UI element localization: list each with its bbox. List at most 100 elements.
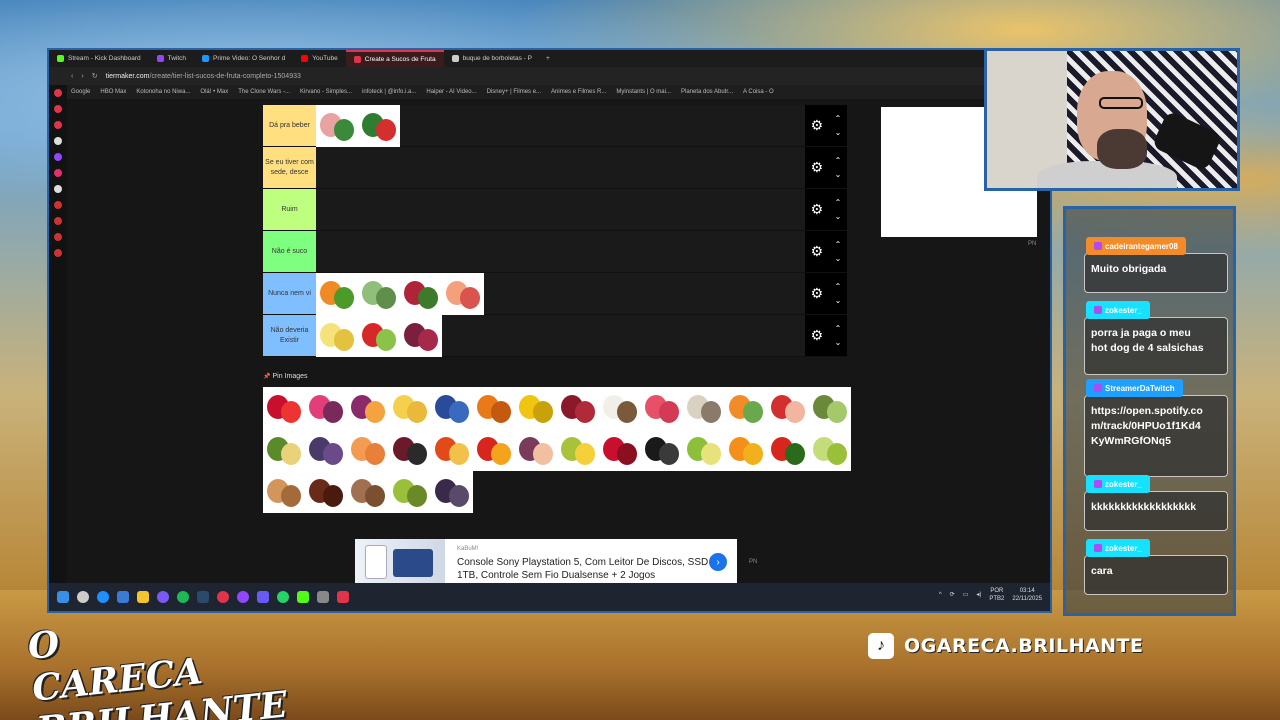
fruit-image[interactable] [809, 429, 851, 471]
pin-images-label[interactable]: Pin Images [263, 373, 307, 380]
chevron-up-icon[interactable]: ⌃ [835, 112, 842, 126]
bookmark-item[interactable]: A Coisa - O [743, 89, 774, 95]
fruit-image[interactable] [767, 387, 809, 429]
clock[interactable]: 03:14 22/11/2025 [1012, 587, 1042, 603]
fruit-image[interactable] [316, 315, 358, 357]
chevron-up-icon[interactable]: ⌃ [835, 322, 842, 336]
app-icon[interactable] [337, 591, 349, 603]
fruit-image[interactable] [358, 105, 400, 147]
whatsapp-icon[interactable] [277, 591, 289, 603]
fruit-image[interactable] [305, 471, 347, 513]
fruit-image[interactable] [442, 273, 484, 315]
fruit-image[interactable] [347, 387, 389, 429]
fruit-image[interactable] [599, 429, 641, 471]
fruit-image[interactable] [557, 387, 599, 429]
fruit-image[interactable] [305, 387, 347, 429]
obs-icon[interactable] [237, 591, 249, 603]
spotify-icon[interactable] [177, 591, 189, 603]
forward-icon[interactable]: › [81, 73, 83, 80]
back-icon[interactable]: ‹ [71, 73, 73, 80]
folder-icon[interactable] [137, 591, 149, 603]
sidebar-icon[interactable] [54, 233, 62, 241]
chat-username[interactable]: zokester_ [1086, 539, 1150, 557]
fruit-image[interactable] [358, 315, 400, 357]
fruit-image[interactable] [347, 429, 389, 471]
browser-tab[interactable]: Twitch [149, 50, 194, 67]
tier-label[interactable]: Ruim [263, 189, 316, 230]
chevron-down-icon[interactable]: ⌄ [835, 336, 842, 350]
chevron-down-icon[interactable]: ⌄ [835, 168, 842, 182]
fruit-image[interactable] [431, 429, 473, 471]
browser-tab[interactable]: Prime Video: O Senhor d [194, 50, 293, 67]
gear-icon[interactable]: ⚙ [811, 327, 824, 344]
store-icon[interactable] [117, 591, 129, 603]
fruit-image[interactable] [515, 387, 557, 429]
chat-username[interactable]: StreamerDaTwitch [1086, 379, 1183, 397]
tier-label[interactable]: Não é suco [263, 231, 316, 272]
bookmark-item[interactable]: Haiper - AI Video... [426, 89, 476, 95]
gear-icon[interactable]: ⚙ [811, 159, 824, 176]
volume-icon[interactable]: ◂) [976, 591, 981, 599]
gear-icon[interactable]: ⚙ [811, 243, 824, 260]
bookmark-item[interactable]: Google [71, 89, 90, 95]
fruit-image[interactable] [400, 315, 442, 357]
chevron-down-icon[interactable]: ⌄ [835, 126, 842, 140]
bookmark-item[interactable]: Animes e Filmes R... [551, 89, 606, 95]
sidebar-icon[interactable] [54, 105, 62, 113]
search-icon[interactable] [77, 591, 89, 603]
sync-icon[interactable]: ⟳ [950, 591, 955, 599]
chevron-up-icon[interactable]: ⌃ [835, 280, 842, 294]
fruit-image[interactable] [431, 387, 473, 429]
fruit-image[interactable] [473, 387, 515, 429]
chat-username[interactable]: zokester_ [1086, 475, 1150, 493]
fruit-image[interactable] [641, 387, 683, 429]
sidebar-icon[interactable] [54, 89, 62, 97]
bookmark-item[interactable]: The Clone Wars -... [238, 89, 290, 95]
x-icon[interactable] [54, 185, 62, 193]
chevron-down-icon[interactable]: ⌄ [835, 252, 842, 266]
bookmark-item[interactable]: Kotonoha no Niwa... [136, 89, 190, 95]
fruit-image[interactable] [358, 273, 400, 315]
fruit-image[interactable] [809, 387, 851, 429]
app-icon[interactable] [317, 591, 329, 603]
language-indicator[interactable]: POR PTB2 [989, 587, 1004, 603]
bookmark-item[interactable]: HBO Max [100, 89, 126, 95]
fruit-image[interactable] [725, 429, 767, 471]
chevron-down-icon[interactable]: ⌄ [835, 294, 842, 308]
gear-icon[interactable]: ⚙ [811, 201, 824, 218]
address-bar[interactable]: ‹ › ↻ tiermaker.com/create/tier-list-suc… [49, 67, 1050, 85]
tier-items[interactable] [316, 147, 805, 188]
fruit-image[interactable] [473, 429, 515, 471]
fruit-image[interactable] [557, 429, 599, 471]
tier-items[interactable] [316, 231, 805, 272]
app-icon[interactable] [257, 591, 269, 603]
fruit-image[interactable] [515, 429, 557, 471]
settings-icon[interactable] [54, 249, 62, 257]
browser-tab[interactable]: YouTube [293, 50, 346, 67]
ad-arrow-icon[interactable]: › [709, 553, 727, 571]
sidebar-icon[interactable] [54, 217, 62, 225]
bottom-ad[interactable]: KaBuM! Console Sony Playstation 5, Com L… [355, 539, 737, 583]
sidebar-icon[interactable] [54, 137, 62, 145]
chat-username[interactable]: zokester_ [1086, 301, 1150, 319]
fruit-image[interactable] [263, 387, 305, 429]
fruit-image[interactable] [725, 387, 767, 429]
bookmark-item[interactable]: Olá! • Max [200, 89, 228, 95]
fruit-image[interactable] [347, 471, 389, 513]
gear-icon[interactable]: ⚙ [811, 285, 824, 302]
browser-tab[interactable]: Stream - Kick Dashboard [49, 50, 149, 67]
fruit-image[interactable] [316, 105, 358, 147]
fruit-image[interactable] [683, 387, 725, 429]
fruit-image[interactable] [263, 429, 305, 471]
tier-items[interactable] [316, 315, 805, 357]
fruit-image[interactable] [389, 471, 431, 513]
sidebar-icon[interactable] [54, 201, 62, 209]
reload-icon[interactable]: ↻ [92, 72, 98, 80]
instagram-icon[interactable] [54, 169, 62, 177]
fruit-image[interactable] [389, 429, 431, 471]
fruit-image[interactable] [599, 387, 641, 429]
bookmark-item[interactable]: Planeta dos Abutr... [681, 89, 733, 95]
chevron-up-icon[interactable]: ⌃ [835, 238, 842, 252]
chevron-down-icon[interactable]: ⌄ [835, 210, 842, 224]
kick-icon[interactable] [297, 591, 309, 603]
